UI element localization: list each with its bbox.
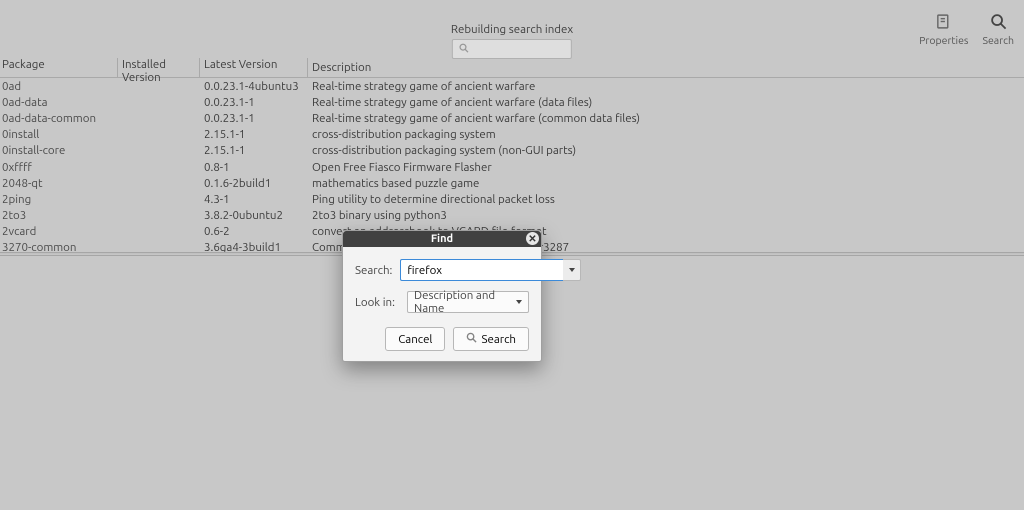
- close-icon: ✕: [528, 233, 536, 245]
- search-icon: [990, 13, 1007, 32]
- lookin-value: Description and Name: [414, 289, 516, 315]
- find-search-button[interactable]: Search: [453, 327, 529, 351]
- lookin-label: Look in:: [355, 296, 399, 309]
- search-field-label: Search:: [355, 264, 392, 277]
- search-button-label: Search: [481, 333, 516, 346]
- cell-package: 0ad-data-common: [0, 112, 118, 125]
- top-search-field[interactable]: [469, 42, 641, 57]
- cell-latest: 0.0.23.1-1: [200, 112, 308, 125]
- cell-package: 0ad-data: [0, 96, 118, 109]
- table-row[interactable]: 2048-qt 0.1.6-2build1mathematics based pu…: [0, 175, 1024, 191]
- col-header-latest[interactable]: Latest Version: [200, 58, 308, 78]
- table-header: Package Installed Version Latest Version…: [0, 58, 1024, 78]
- cell-latest: 0.0.23.1-1: [200, 96, 308, 109]
- close-button[interactable]: ✕: [526, 232, 539, 245]
- rebuilding-label: Rebuilding search index: [451, 23, 573, 36]
- col-header-description[interactable]: Description: [308, 61, 1024, 74]
- find-search-input[interactable]: [400, 259, 563, 281]
- table-row[interactable]: 0install 2.15.1-1cross-distribution packa…: [0, 127, 1024, 143]
- table-row[interactable]: 0ad 0.0.23.1-4ubuntu3Real-time strategy g…: [0, 78, 1024, 94]
- properties-button[interactable]: Properties: [919, 13, 968, 46]
- cell-package: 0ad: [0, 80, 118, 93]
- top-search-input[interactable]: [452, 39, 572, 59]
- cell-latest: 0.8-1: [200, 161, 308, 174]
- chevron-down-icon: [569, 268, 575, 272]
- find-dialog: Find ✕ Search: Look in: Description and …: [342, 230, 542, 362]
- search-label: Search: [982, 34, 1014, 46]
- col-header-package[interactable]: Package: [0, 58, 118, 78]
- table-row[interactable]: 2ping 4.3-1Ping utility to determine dire…: [0, 191, 1024, 207]
- table-row[interactable]: 0ad-data-common 0.0.23.1-1Real-time strat…: [0, 110, 1024, 126]
- cell-latest: 2.15.1-1: [200, 144, 308, 157]
- search-icon: [466, 332, 477, 346]
- cell-latest: 0.1.6-2build1: [200, 177, 308, 190]
- table-row[interactable]: 0ad-data 0.0.23.1-1Real-time strategy gam…: [0, 94, 1024, 110]
- dialog-title: Find: [431, 233, 453, 245]
- table-row[interactable]: 0xffff 0.8-1Open Free Fiasco Firmware Fla…: [0, 159, 1024, 175]
- cell-description: Ping utility to determine directional pa…: [308, 193, 1024, 206]
- cell-latest: 0.6-2: [200, 225, 308, 238]
- cell-package: 2to3: [0, 209, 118, 222]
- cell-latest: 3.8.2-0ubuntu2: [200, 209, 308, 222]
- cell-package: 0install-core: [0, 144, 118, 157]
- cell-latest: 0.0.23.1-4ubuntu3: [200, 80, 308, 93]
- cancel-button[interactable]: Cancel: [385, 327, 445, 351]
- dialog-titlebar[interactable]: Find ✕: [343, 231, 541, 247]
- table-row[interactable]: 0install-core 2.15.1-1cross-distribution …: [0, 143, 1024, 159]
- cell-latest: 2.15.1-1: [200, 128, 308, 141]
- cell-package: 2vcard: [0, 225, 118, 238]
- cell-description: 2to3 binary using python3: [308, 209, 1024, 222]
- cell-package: 0xffff: [0, 161, 118, 174]
- cell-description: Real-time strategy game of ancient warfa…: [308, 96, 1024, 109]
- table-row[interactable]: 2to3 3.8.2-0ubuntu22to3 binary using pyth…: [0, 208, 1024, 224]
- properties-icon: [935, 13, 952, 32]
- properties-label: Properties: [919, 34, 968, 46]
- search-history-dropdown[interactable]: [563, 259, 581, 281]
- cell-description: mathematics based puzzle game: [308, 177, 1024, 190]
- cancel-label: Cancel: [398, 333, 432, 346]
- cell-description: Real-time strategy game of ancient warfa…: [308, 112, 1024, 125]
- cell-package: 2048-qt: [0, 177, 118, 190]
- toolbar: Properties Search: [919, 13, 1014, 46]
- rebuilding-indicator: Rebuilding search index: [451, 23, 573, 59]
- search-button[interactable]: Search: [982, 13, 1014, 46]
- cell-description: Open Free Fiasco Firmware Flasher: [308, 161, 1024, 174]
- lookin-select[interactable]: Description and Name: [407, 291, 529, 313]
- cell-description: Real-time strategy game of ancient warfa…: [308, 80, 1024, 93]
- search-icon: [459, 43, 469, 56]
- cell-package: 2ping: [0, 193, 118, 206]
- cell-package: 0install: [0, 128, 118, 141]
- cell-description: cross-distribution packaging system: [308, 128, 1024, 141]
- cell-latest: 4.3-1: [200, 193, 308, 206]
- col-header-installed[interactable]: Installed Version: [118, 58, 200, 78]
- cell-description: cross-distribution packaging system (non…: [308, 144, 1024, 157]
- chevron-down-icon: [516, 300, 522, 304]
